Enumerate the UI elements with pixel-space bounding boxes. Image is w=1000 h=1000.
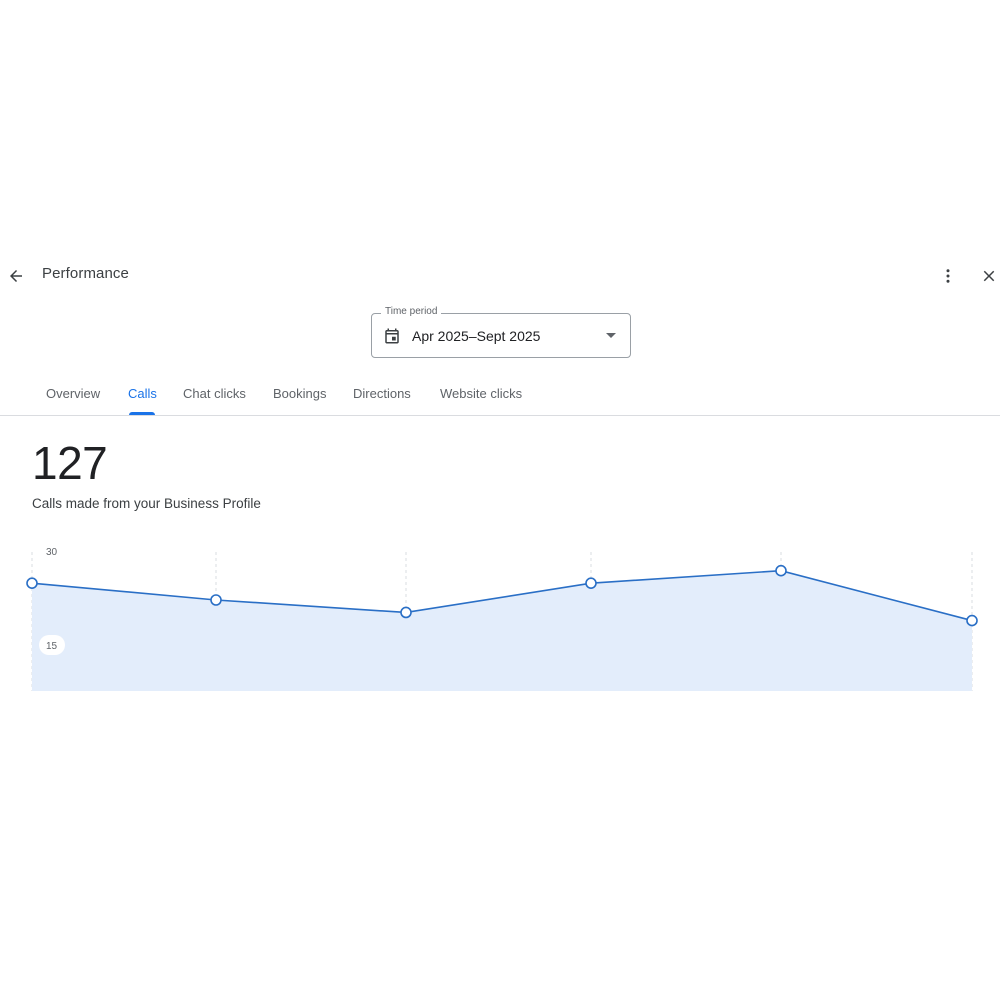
calls-chart: 30 15: [26, 547, 978, 691]
data-point: [966, 614, 978, 627]
y-tick-label: 30: [46, 547, 58, 558]
chart-area: [32, 570, 972, 691]
data-point: [585, 577, 597, 589]
data-point: [775, 564, 787, 577]
data-point: [400, 606, 412, 619]
data-point: [26, 577, 38, 589]
data-point: [210, 594, 222, 606]
performance-panel: Performance Time period Apr 2025–Sept 20…: [0, 0, 1000, 1000]
y-tick-label: 15: [46, 641, 58, 652]
